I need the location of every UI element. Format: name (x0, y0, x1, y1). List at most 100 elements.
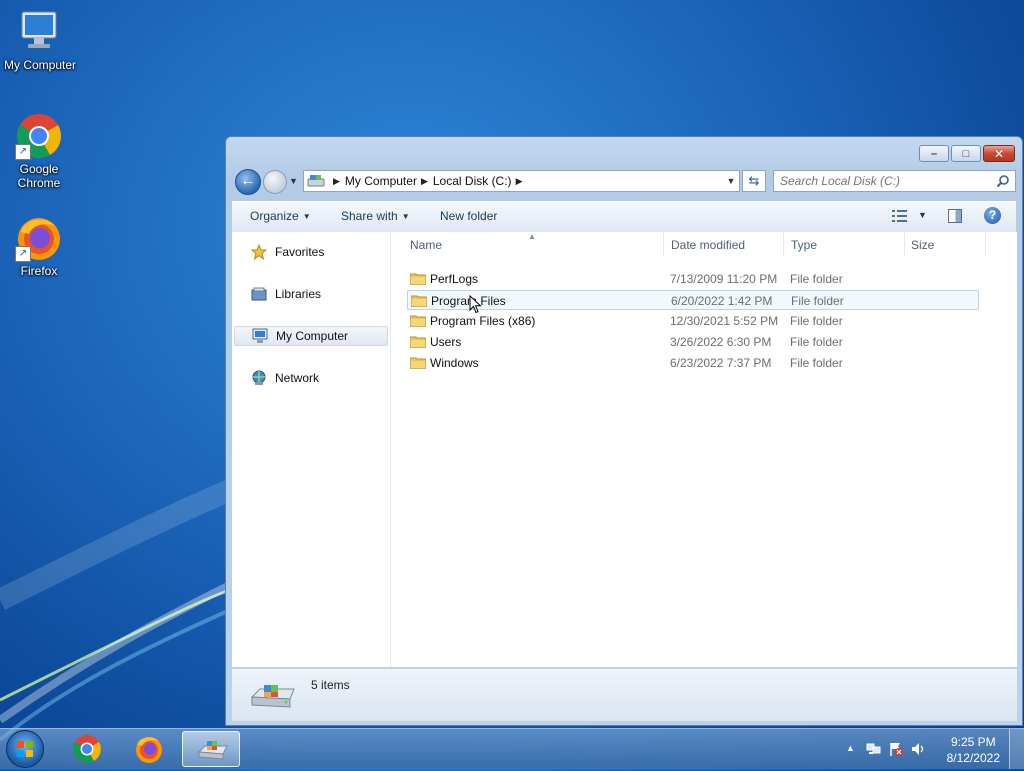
folder-icon (411, 295, 427, 307)
address-row: ← ▼ ▶ My Computer ▶ Local Disk (C:) ▶ ▼ … (234, 167, 1016, 195)
nav-item-network[interactable]: Network (234, 368, 388, 388)
file-type: File folder (791, 294, 844, 308)
navigation-pane: Favorites Libraries My Computer Network (232, 232, 391, 667)
file-name: PerfLogs (430, 272, 479, 286)
file-type: File folder (790, 272, 843, 286)
file-row[interactable]: Program Files 6/20/2022 1:42 PM File fol… (407, 290, 979, 310)
clock-date: 8/12/2022 (946, 751, 1000, 765)
address-bar[interactable]: ▶ My Computer ▶ Local Disk (C:) ▶ ▼ (303, 170, 740, 192)
new-folder-button[interactable]: New folder (440, 209, 497, 223)
folder-icon (410, 336, 426, 348)
desktop-icon-google-chrome[interactable]: ↗ Google Chrome (0, 112, 79, 190)
details-pane: 5 items (232, 668, 1017, 721)
explorer-icon (197, 741, 228, 760)
windows-logo-icon (17, 741, 33, 757)
column-header-size[interactable]: Size (911, 238, 934, 258)
file-date-modified: 6/23/2022 7:37 PM (670, 356, 772, 370)
change-view-icon[interactable] (892, 210, 908, 222)
file-type: File folder (790, 335, 843, 349)
folder-icon (410, 315, 426, 327)
chevron-down-icon: ▼ (302, 212, 311, 221)
organize-label: Organize (250, 209, 299, 223)
file-date-modified: 3/26/2022 6:30 PM (670, 335, 772, 349)
star-icon (250, 243, 269, 261)
computer-icon (16, 8, 64, 56)
view-options-dropdown[interactable]: ▼ (918, 210, 927, 220)
column-header-name[interactable]: Name (410, 238, 442, 258)
breadcrumb-separator[interactable]: ▶ (333, 176, 340, 187)
nav-item-favorites[interactable]: Favorites (234, 242, 388, 262)
folder-icon (410, 357, 426, 369)
mouse-cursor-icon (469, 295, 482, 314)
shortcut-arrow-icon: ↗ (15, 144, 31, 160)
column-divider[interactable] (783, 232, 784, 256)
chevron-down-icon: ▼ (401, 212, 410, 221)
minimize-button[interactable]: – (919, 145, 949, 162)
close-icon: ✕ (993, 146, 1005, 161)
nav-item-label: Network (275, 371, 320, 385)
maximize-button[interactable]: □ (951, 145, 981, 162)
minimize-icon: – (930, 147, 938, 160)
breadcrumb-separator[interactable]: ▶ (516, 176, 523, 187)
explorer-window: – □ ✕ ← ▼ ▶ My Computer ▶ Local Disk (C:… (225, 136, 1023, 726)
taskbar-chrome-button[interactable] (58, 731, 116, 767)
sort-ascending-icon: ▲ (528, 232, 536, 241)
desktop-icon-label: My Computer (3, 58, 77, 72)
breadcrumb-separator[interactable]: ▶ (421, 176, 428, 187)
help-icon[interactable]: ? (984, 207, 1001, 224)
file-row[interactable]: PerfLogs 7/13/2009 11:20 PM File folder (407, 269, 979, 289)
start-button[interactable] (6, 730, 44, 768)
forward-button[interactable] (263, 170, 287, 194)
taskbar-explorer-button[interactable] (182, 731, 240, 767)
nav-item-my-computer[interactable]: My Computer (234, 326, 388, 346)
firefox-icon (136, 737, 162, 763)
action-center-flag-icon[interactable] (888, 741, 904, 757)
address-history-dropdown[interactable]: ▼ (723, 171, 739, 191)
folder-icon (410, 273, 426, 285)
desktop-icon-firefox[interactable]: ↗ Firefox (0, 214, 79, 278)
network-status-icon[interactable] (866, 741, 882, 757)
organize-menu[interactable]: Organize ▼ (250, 209, 311, 223)
taskbar-firefox-button[interactable] (120, 731, 178, 767)
file-date-modified: 12/30/2021 5:52 PM (670, 314, 779, 328)
column-header-type[interactable]: Type (791, 238, 817, 258)
search-icon[interactable] (996, 174, 1010, 188)
file-row[interactable]: Program Files (x86) 12/30/2021 5:52 PM F… (407, 311, 979, 331)
file-name: Users (430, 335, 462, 349)
firefox-icon: ↗ (15, 214, 63, 262)
clock[interactable]: 9:25 PM 8/12/2022 (947, 734, 1000, 766)
back-button[interactable]: ← (235, 169, 261, 195)
refresh-icon: ⇆ (748, 173, 760, 188)
file-date-modified: 7/13/2009 11:20 PM (670, 272, 778, 286)
breadcrumb-my-computer[interactable]: My Computer (345, 174, 417, 188)
column-divider[interactable] (985, 232, 986, 256)
system-tray: ▲ 9:25 PM 8/12/2022 (824, 729, 1024, 769)
file-name: Program Files (x86) (430, 314, 536, 328)
file-row[interactable]: Users 3/26/2022 6:30 PM File folder (407, 332, 979, 352)
breadcrumb-local-disk[interactable]: Local Disk (C:) (433, 174, 512, 188)
file-row[interactable]: Windows 6/23/2022 7:37 PM File folder (407, 353, 979, 373)
clock-time: 9:25 PM (950, 735, 996, 749)
preview-pane-icon[interactable] (948, 209, 962, 223)
nav-item-libraries[interactable]: Libraries (234, 284, 388, 304)
refresh-button[interactable]: ⇆ (742, 170, 766, 192)
volume-icon[interactable] (910, 741, 926, 757)
search-box (773, 170, 1016, 192)
show-hidden-icons-button[interactable]: ▲ (846, 743, 855, 753)
close-button[interactable]: ✕ (983, 145, 1015, 162)
column-divider[interactable] (663, 232, 664, 256)
file-date-modified: 6/20/2022 1:42 PM (671, 294, 773, 308)
recent-pages-dropdown[interactable]: ▼ (289, 176, 298, 186)
maximize-icon: □ (962, 147, 970, 160)
show-desktop-button[interactable] (1009, 729, 1024, 769)
desktop-icon-label: Firefox (20, 264, 58, 278)
search-input[interactable] (780, 172, 980, 190)
explorer-content: Favorites Libraries My Computer Network … (232, 232, 1017, 667)
desktop-icon-my-computer[interactable]: My Computer (0, 8, 80, 72)
column-divider[interactable] (904, 232, 905, 256)
command-bar: Organize ▼ Share with ▼ New folder ▼ ? (232, 201, 1016, 233)
file-name: Windows (430, 356, 479, 370)
computer-icon (252, 328, 270, 344)
column-header-date-modified[interactable]: Date modified (671, 238, 745, 258)
share-with-menu[interactable]: Share with ▼ (341, 209, 410, 223)
